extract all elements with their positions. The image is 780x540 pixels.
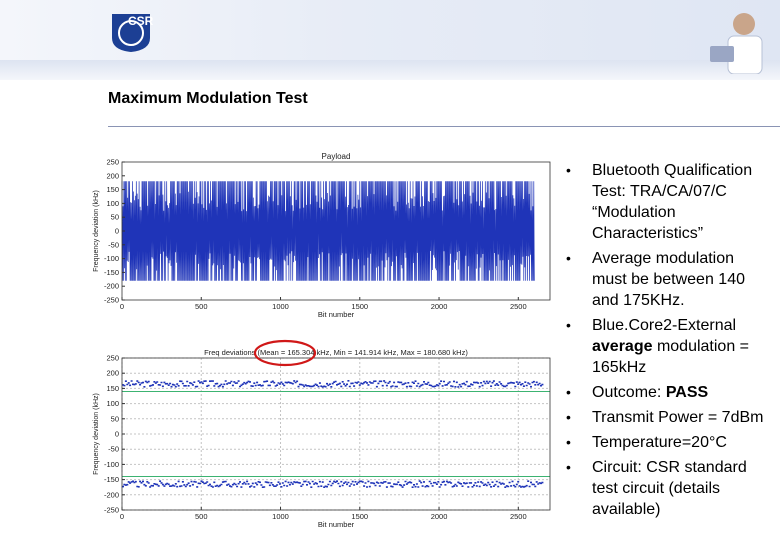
x-tick-label: 2000 bbox=[431, 512, 448, 521]
y-tick-label: -200 bbox=[104, 490, 119, 499]
bullet-item: • Blue.Core2-External average modulation =… bbox=[560, 315, 780, 378]
title-rule bbox=[108, 126, 780, 127]
bullet-text: average modulation = bbox=[592, 336, 780, 357]
y-tick-label: 150 bbox=[106, 185, 119, 194]
bullet-text: Blue.Core2-External bbox=[592, 317, 737, 334]
x-tick-label: 500 bbox=[195, 302, 208, 311]
bullet-text: 165kHz bbox=[592, 359, 647, 376]
bullet-item: • Bluetooth Qualification Test: TRA/CA/07/… bbox=[560, 160, 780, 244]
header-banner: CSR bbox=[0, 0, 780, 80]
y-tick-label: -150 bbox=[104, 268, 119, 277]
freq-deviation-points bbox=[122, 480, 544, 488]
bullet-text: Outcome: PASS bbox=[592, 382, 780, 403]
logo-text: CSR bbox=[128, 14, 154, 28]
person-image bbox=[710, 13, 763, 74]
y-tick-label: -100 bbox=[104, 254, 119, 263]
bullet-text: test circuit (details bbox=[592, 480, 721, 497]
bullet-item: • Temperature=20°C bbox=[560, 432, 780, 453]
x-tick-label: 0 bbox=[120, 512, 124, 521]
bullet-dot: • bbox=[566, 250, 571, 266]
x-tick-label: 2000 bbox=[431, 302, 448, 311]
y-tick-label: 100 bbox=[106, 399, 119, 408]
y-tick-label: 0 bbox=[115, 430, 119, 439]
bullet-item: • Circuit: CSR standard test circuit (deta… bbox=[560, 457, 780, 520]
x-tick-label: 0 bbox=[120, 302, 124, 311]
y-tick-label: -250 bbox=[104, 506, 119, 515]
x-tick-label: 500 bbox=[195, 512, 208, 521]
bullet-text: available) bbox=[592, 501, 661, 518]
bullet-item: • Average modulation must be between 140 an… bbox=[560, 248, 780, 311]
bullet-dot: • bbox=[566, 434, 571, 450]
y-tick-label: 250 bbox=[106, 158, 119, 167]
bullet-text-bold: average bbox=[592, 338, 653, 355]
freq-deviation-points bbox=[122, 380, 544, 388]
bullet-text: Temperature=20°C bbox=[592, 434, 727, 451]
y-tick-label: -250 bbox=[104, 296, 119, 305]
y-tick-label: -50 bbox=[108, 240, 119, 249]
bullet-dot: • bbox=[566, 384, 571, 400]
y-tick-label: 0 bbox=[115, 227, 119, 236]
bullet-text: must be between 140 bbox=[592, 271, 745, 288]
bullet-dot: • bbox=[566, 317, 571, 333]
y-tick-label: -150 bbox=[104, 475, 119, 484]
bullet-item: • Transmit Power = 7dBm bbox=[560, 407, 780, 428]
bullet-text: Average modulation bbox=[592, 250, 735, 267]
slide-title: Maximum Modulation Test bbox=[108, 90, 308, 107]
bullet-item: • Outcome: PASS bbox=[560, 382, 780, 403]
y-tick-label: 50 bbox=[111, 213, 119, 222]
payload-trace bbox=[121, 181, 535, 281]
bullet-dot: • bbox=[566, 459, 571, 475]
bullet-text-rest: modulation = bbox=[652, 338, 750, 355]
x-tick-label: 2500 bbox=[510, 512, 527, 521]
x-tick-label: 2500 bbox=[510, 302, 527, 311]
bullet-text: Characteristics” bbox=[592, 225, 704, 242]
bullet-text: Transmit Power = 7dBm bbox=[592, 409, 764, 426]
x-tick-label: 1000 bbox=[272, 302, 289, 311]
charts-area: Payload0 500 1000 1500 2000 25002502001501005… bbox=[93, 152, 551, 529]
bullet-text-prefix: Outcome: bbox=[592, 384, 666, 401]
x-axis-label: Bit number bbox=[318, 310, 355, 319]
x-tick-label: 1000 bbox=[272, 512, 289, 521]
bullet-dot: • bbox=[566, 162, 571, 178]
y-tick-label: 200 bbox=[106, 369, 119, 378]
x-axis-label: Bit number bbox=[318, 520, 355, 529]
y-tick-label: -50 bbox=[108, 445, 119, 454]
y-axis-label: Frequency deviation (kHz) bbox=[93, 190, 100, 272]
y-tick-label: -200 bbox=[104, 282, 119, 291]
chart-title: Payload bbox=[322, 152, 351, 161]
chart-title: Freq deviations (Mean = 165.304 kHz, Min… bbox=[204, 348, 468, 357]
banner-strip bbox=[0, 60, 780, 80]
y-tick-label: -100 bbox=[104, 460, 119, 469]
y-axis-label: Frequency deviation (kHz) bbox=[93, 393, 100, 475]
y-tick-label: 100 bbox=[106, 199, 119, 208]
bullet-text: Test: TRA/CA/07/C bbox=[592, 183, 727, 200]
bullet-text: and 175KHz. bbox=[592, 292, 685, 309]
bullet-text-bold: PASS bbox=[665, 384, 709, 401]
y-tick-label: 250 bbox=[106, 354, 119, 363]
bullet-list: • Bluetooth Qualification Test: TRA/CA/07/… bbox=[560, 160, 780, 524]
bullet-dot: • bbox=[566, 409, 571, 425]
bullet-text: Bluetooth Qualification bbox=[592, 162, 753, 179]
y-tick-label: 150 bbox=[106, 384, 119, 393]
bullet-text: “Modulation bbox=[592, 204, 676, 221]
bullet-text: Circuit: CSR standard bbox=[592, 459, 747, 476]
y-tick-label: 200 bbox=[106, 171, 119, 180]
y-tick-label: 50 bbox=[111, 414, 119, 423]
